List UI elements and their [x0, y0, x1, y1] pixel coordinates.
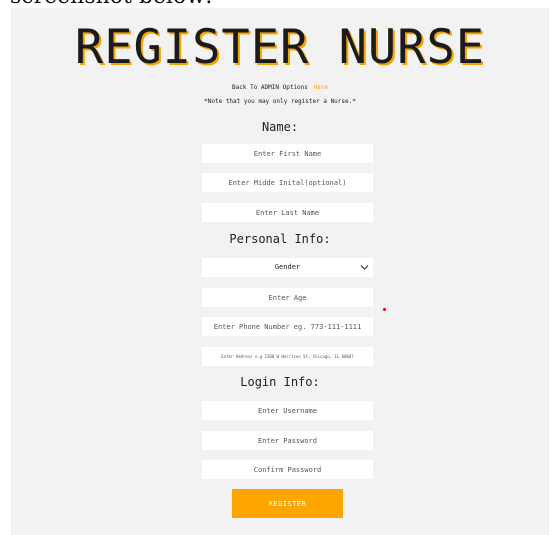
name-section-heading: Name: — [261, 120, 299, 134]
chevron-down-icon — [360, 265, 369, 270]
back-to-admin-link[interactable]: Here — [314, 84, 328, 91]
middle-initial-input[interactable] — [202, 173, 373, 192]
age-input[interactable] — [202, 288, 373, 307]
registration-panel: REGISTER NURSE Back To ADMIN Options Her… — [11, 8, 549, 535]
confirm-password-input[interactable] — [202, 460, 373, 479]
gender-select[interactable]: Gender — [202, 258, 373, 277]
nurse-only-note: *Note that you may only register a Nurse… — [204, 98, 356, 105]
back-to-admin-line: Back To ADMIN Options Here — [11, 84, 549, 91]
cut-off-caption: screenshot below: — [10, 0, 213, 8]
address-input[interactable] — [202, 347, 373, 366]
page-root: screenshot below: REGISTER NURSE Back To… — [0, 0, 552, 535]
login-info-section-heading: Login Info: — [240, 375, 320, 389]
phone-number-input[interactable] — [202, 317, 373, 336]
back-to-admin-text: Back To ADMIN Options — [232, 84, 308, 91]
register-button[interactable]: REGISTER — [232, 489, 343, 518]
last-name-input[interactable] — [202, 203, 373, 222]
first-name-input[interactable] — [202, 144, 373, 163]
username-input[interactable] — [202, 401, 373, 420]
gender-select-value: Gender — [274, 263, 301, 271]
password-input[interactable] — [202, 431, 373, 450]
red-dot-marker — [383, 308, 386, 311]
personal-info-section-heading: Personal Info: — [229, 232, 331, 246]
page-title: REGISTER NURSE — [74, 20, 486, 75]
